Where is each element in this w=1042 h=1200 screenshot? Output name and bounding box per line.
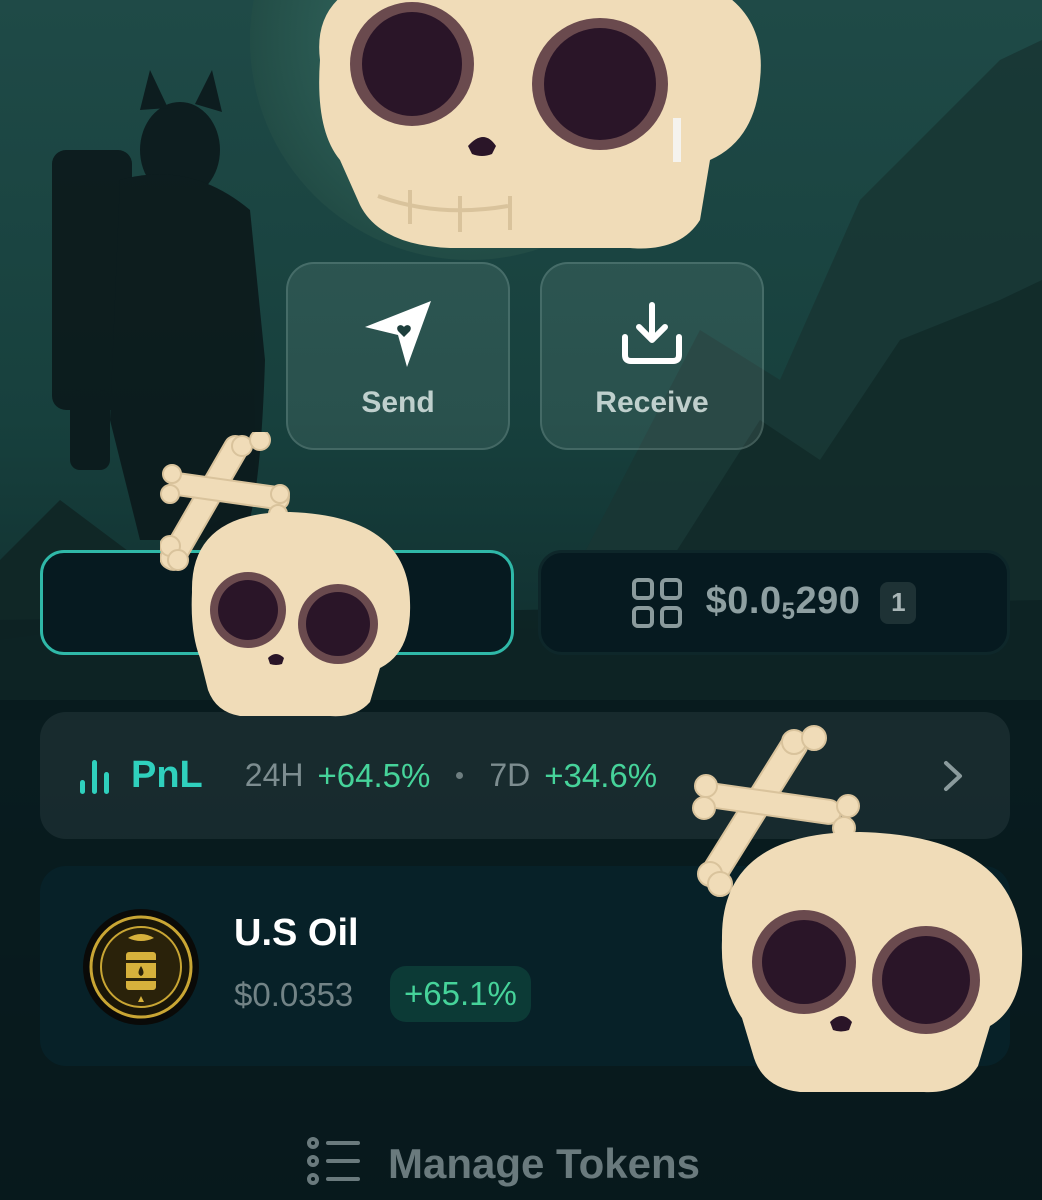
pnl-change-24h: +64.5% bbox=[317, 756, 431, 794]
token-change-badge: +65.1% bbox=[390, 966, 531, 1022]
manage-tokens-button[interactable]: Manage Tokens bbox=[306, 1135, 700, 1192]
manage-tokens-label: Manage Tokens bbox=[388, 1139, 700, 1187]
receive-label: Receive bbox=[595, 386, 709, 419]
bar-chart-icon bbox=[80, 758, 109, 794]
send-label: Send bbox=[361, 386, 435, 419]
tab-collectibles[interactable]: $0.05290 1 bbox=[538, 550, 1010, 655]
grid-icon bbox=[631, 577, 682, 628]
receive-icon bbox=[612, 294, 692, 374]
token-name: U.S Oil bbox=[234, 912, 359, 954]
receive-button[interactable]: Receive bbox=[540, 262, 764, 450]
wallet-screen: Send Receive $0.05290 1 PnL 24H +64.5% 7… bbox=[0, 0, 1042, 1200]
list-icon bbox=[306, 1135, 362, 1192]
separator-dot bbox=[456, 772, 464, 779]
skull-sticker-middle bbox=[160, 432, 411, 717]
token-price: $0.0353 bbox=[234, 976, 354, 1013]
skull-sticker-top bbox=[319, 0, 761, 249]
pnl-period-7d: 7D bbox=[489, 757, 531, 793]
pnl-period-24h: 24H bbox=[244, 757, 304, 793]
collectibles-value: $0.05290 bbox=[705, 579, 861, 625]
pnl-title: PnL bbox=[131, 754, 203, 796]
token-logo-icon bbox=[82, 908, 200, 1026]
send-button[interactable]: Send bbox=[286, 262, 510, 450]
skull-sticker-bottom bbox=[692, 725, 1023, 1093]
pnl-change-7d: +34.6% bbox=[544, 756, 658, 794]
send-icon bbox=[358, 294, 438, 374]
collectibles-count-badge: 1 bbox=[880, 581, 917, 624]
